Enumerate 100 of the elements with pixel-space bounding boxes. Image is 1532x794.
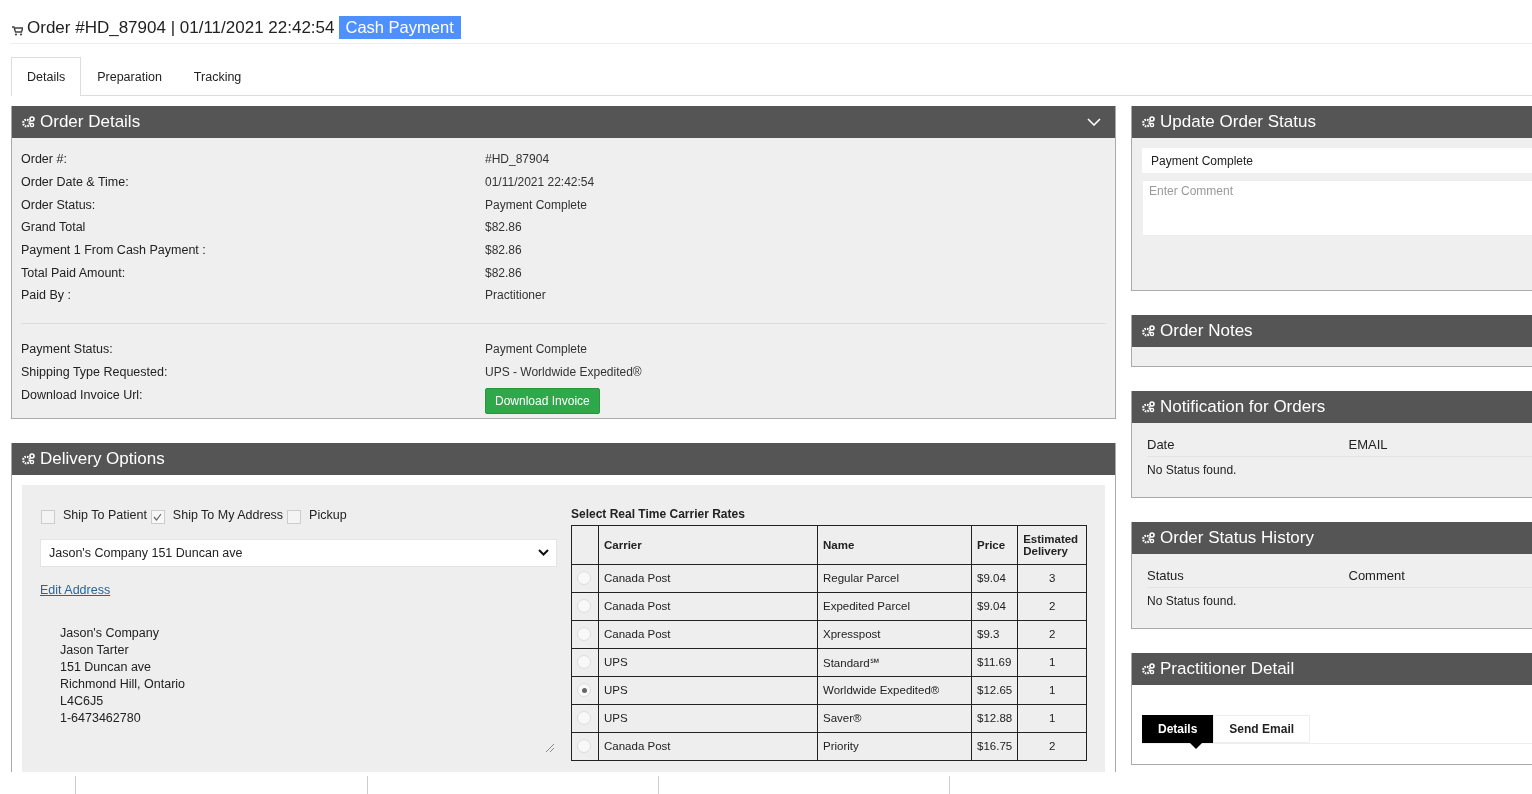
gears-icon: [1142, 325, 1155, 337]
table-cell: UPS: [598, 676, 818, 705]
field-value: Payment Complete: [485, 342, 588, 357]
table-cell: UPS: [598, 648, 818, 677]
edit-address-link[interactable]: Edit Address: [40, 582, 111, 597]
tab[interactable]: Details: [11, 57, 82, 96]
field-label: Download Invoice Url:: [21, 387, 144, 402]
field-value: $82.86: [485, 265, 522, 280]
section-heading: Select Real Time Carrier Rates: [571, 506, 746, 523]
column-header: Date: [1147, 437, 1176, 452]
column-header: EMAIL: [1348, 437, 1389, 452]
checkbox-label: Pickup: [309, 507, 347, 522]
table-cell: 2: [1017, 732, 1087, 761]
radio-button[interactable]: [577, 739, 591, 754]
gears-icon: [1142, 116, 1155, 128]
table-cell: Saver®: [817, 704, 972, 733]
column-header: Status: [1147, 568, 1185, 583]
field-label: Grand Total: [21, 220, 87, 235]
gears-icon: [22, 452, 35, 465]
table-cell: $12.65: [971, 676, 1018, 705]
radio-button[interactable]: [577, 627, 591, 642]
tab[interactable]: Details: [1142, 715, 1214, 743]
order-title: Order #HD_87904 | 01/11/2021 22:42:54: [27, 17, 335, 38]
column-header: Comment: [1348, 568, 1406, 583]
radio-button[interactable]: [577, 711, 591, 726]
field-value: Payment Complete: [485, 197, 588, 212]
field-value: Practitioner: [485, 288, 546, 303]
gears-icon: [1142, 532, 1155, 544]
radio-button[interactable]: [577, 599, 591, 614]
cart-icon: [12, 25, 23, 36]
table-cell: Worldwide Expedited®: [817, 676, 972, 705]
panel-title: Order Details: [40, 112, 142, 132]
chevron-down-icon: [538, 549, 549, 557]
checkbox-label: Ship To Patient: [63, 507, 147, 522]
empty-message: No Status found.: [1147, 593, 1238, 610]
status-select[interactable]: Payment Complete: [1142, 148, 1532, 173]
table-cell: 3: [1017, 564, 1087, 593]
panel-title: Notification for Orders: [1160, 397, 1327, 417]
table-cell: Canada Post: [598, 620, 818, 649]
table-cell: $12.88: [971, 704, 1018, 733]
table-cell: $16.75: [971, 732, 1018, 761]
field-label: Order Status:: [21, 197, 97, 212]
column-header: Name: [817, 525, 972, 565]
address-select[interactable]: Jason's Company 151 Duncan ave: [40, 538, 557, 567]
column-header: Estimated Delivery: [1017, 525, 1087, 565]
radio-button[interactable]: [577, 571, 591, 586]
address-textarea[interactable]: Jason's Company Jason Tarter 151 Duncan ave Richmond Hill, Ontario L4C6J5 1-6473462780: [40, 606, 557, 753]
table-cell: Xpresspost: [817, 620, 972, 649]
comment-field[interactable]: Enter Comment: [1142, 180, 1532, 236]
checkbox[interactable]: [287, 509, 302, 524]
table-cell: Priority: [817, 732, 972, 761]
table-cell: $9.04: [971, 564, 1018, 593]
table-cell: 1: [1017, 704, 1087, 733]
table-cell: 2: [1017, 592, 1087, 621]
payment-badge: Cash Payment: [338, 16, 461, 39]
table-cell: Standard℠: [817, 648, 972, 677]
field-label: Payment Status:: [21, 342, 114, 357]
gears-icon: [22, 116, 35, 128]
field-label: Order Date & Time:: [21, 175, 130, 190]
gears-icon: [1142, 401, 1155, 413]
field-value: #HD_87904: [485, 152, 550, 167]
checkbox[interactable]: [41, 509, 55, 524]
field-value: $82.86: [485, 220, 522, 235]
panel-title: Practitioner Detail: [1160, 659, 1296, 679]
table-cell: 1: [1017, 648, 1087, 677]
field-value: UPS - Worldwide Expedited®: [485, 364, 642, 379]
tab-pointer-icon: [1189, 743, 1202, 749]
field-label: Paid By :: [21, 288, 73, 303]
radio-button[interactable]: [577, 655, 591, 670]
resize-grip-icon[interactable]: [545, 742, 555, 753]
radio-button[interactable]: [577, 683, 591, 698]
column-header: Carrier: [598, 525, 818, 565]
column-header: Price: [971, 525, 1018, 565]
field-label: Payment 1 From Cash Payment :: [21, 243, 207, 258]
tab[interactable]: Send Email: [1213, 715, 1311, 743]
table-cell: Canada Post: [598, 564, 818, 593]
gears-icon: [1142, 663, 1155, 675]
chevron-down-icon[interactable]: [1087, 118, 1101, 126]
field-value: 01/11/2021 22:42:54: [485, 175, 595, 190]
tab[interactable]: Tracking: [177, 57, 258, 95]
tab[interactable]: Preparation: [81, 57, 178, 95]
table-cell: $9.04: [971, 592, 1018, 621]
table-cell: 1: [1017, 676, 1087, 705]
table-cell: $11.69: [971, 648, 1018, 677]
table-cell: Canada Post: [598, 732, 818, 761]
table-cell: Canada Post: [598, 592, 818, 621]
panel-title: Delivery Options: [40, 448, 166, 469]
table-cell: Regular Parcel: [817, 564, 972, 593]
table-cell: $9.3: [971, 620, 1018, 649]
field-label: Shipping Type Requested:: [21, 364, 169, 379]
field-value: $82.86: [485, 243, 522, 258]
panel-title: Order Status History: [1160, 528, 1315, 548]
panel-title: Update Order Status: [1160, 112, 1317, 132]
field-label: Total Paid Amount:: [21, 265, 127, 280]
table-cell: Expedited Parcel: [817, 592, 972, 621]
field-label: Order #:: [21, 152, 68, 167]
table-cell: UPS: [598, 704, 818, 733]
checkbox[interactable]: [150, 509, 165, 524]
empty-message: No Status found.: [1147, 462, 1238, 479]
panel-title: Order Notes: [1160, 321, 1254, 341]
